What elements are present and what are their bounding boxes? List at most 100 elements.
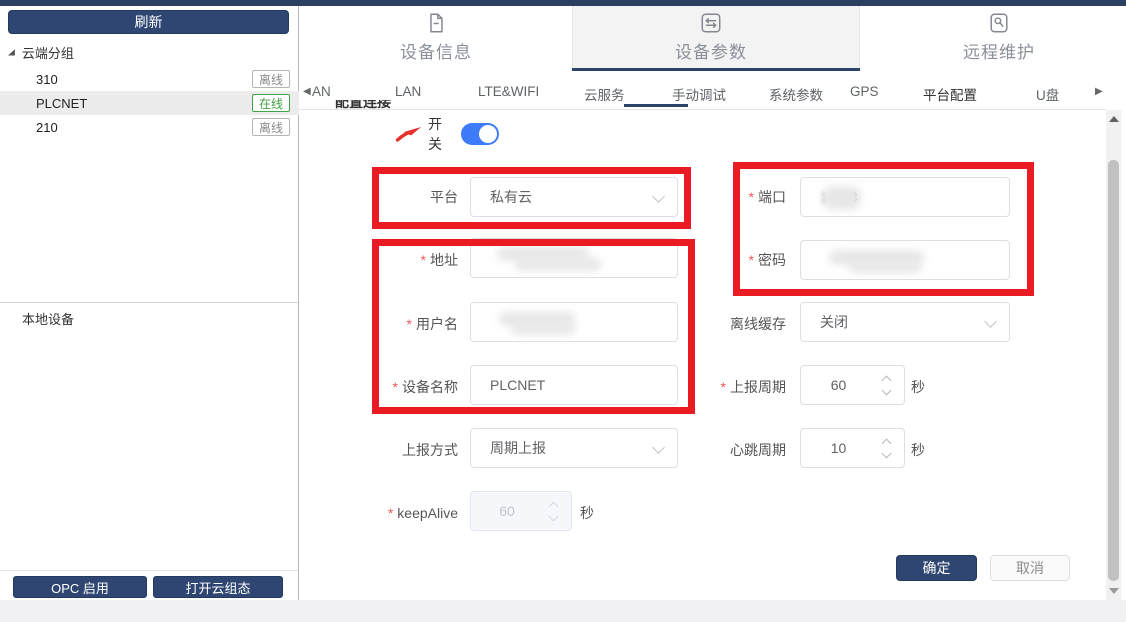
tab-device-params[interactable]: 设备参数: [621, 12, 801, 68]
stepper-up-icon[interactable]: [882, 376, 892, 386]
chevron-down-icon: [652, 441, 665, 454]
sidebar-divider: [0, 302, 298, 303]
stepper-up-icon: [549, 502, 559, 512]
tab-label: 设备参数: [675, 38, 747, 63]
subtab-platform-config[interactable]: 平台配置: [923, 84, 977, 104]
local-devices-label: 本地设备: [22, 309, 74, 328]
tree-node-cloud-group[interactable]: ◢ 云端分组: [8, 43, 74, 61]
subtab-manual-debug[interactable]: 手动调试: [672, 84, 726, 104]
report-period-label: *上报周期: [690, 378, 786, 396]
tab-label: 远程维护: [963, 38, 1035, 63]
report-period-value: 60: [831, 377, 847, 393]
report-period-input[interactable]: 60: [800, 365, 905, 405]
main-panel: 设备信息 设备参数 远程维护 ◀ AN LAN LTE&WIFI 云服务: [299, 6, 1126, 600]
tab-remote-maintenance[interactable]: 远程维护: [909, 12, 1089, 68]
password-input[interactable]: [800, 240, 1010, 280]
platform-select[interactable]: 私有云: [470, 177, 678, 217]
platform-label: 平台: [359, 188, 458, 206]
device-name-input[interactable]: PLCNET: [470, 365, 678, 405]
subtab-gps[interactable]: GPS: [850, 84, 879, 99]
redaction-blur: [511, 323, 575, 335]
toggle-knob: [479, 125, 497, 143]
offline-cache-label: 离线缓存: [690, 315, 786, 333]
chevron-down-icon: [652, 190, 665, 203]
keepalive-unit: 秒: [580, 503, 594, 523]
subtab-wan[interactable]: AN: [312, 84, 331, 99]
platform-select-value: 私有云: [490, 187, 532, 207]
ok-button[interactable]: 确定: [896, 555, 977, 581]
status-badge-offline: 离线: [252, 70, 290, 88]
stepper-down-icon[interactable]: [882, 386, 892, 396]
sidebar-bottom-divider: [0, 570, 298, 571]
device-name: PLCNET: [36, 96, 87, 111]
device-sidebar: 刷新 ◢ 云端分组 310 离线 PLCNET 在线 210 离线 本地设备 O…: [0, 6, 299, 600]
switch-label: 开关: [395, 125, 455, 143]
tab-label: 设备信息: [400, 38, 472, 63]
open-cloud-scada-button[interactable]: 打开云组态: [153, 576, 283, 598]
number-stepper[interactable]: [880, 437, 894, 461]
redaction-blur: [849, 261, 921, 273]
wrench-icon: [988, 12, 1010, 34]
device-name-label: *设备名称: [359, 378, 458, 396]
device-name: 210: [36, 120, 58, 135]
stepper-down-icon[interactable]: [882, 449, 892, 459]
subtab-scroll-right-icon[interactable]: ▶: [1095, 86, 1103, 97]
sliders-icon: [700, 12, 722, 34]
heartbeat-value: 10: [831, 440, 847, 456]
report-period-unit: 秒: [911, 377, 925, 397]
redaction-blur: [515, 258, 601, 271]
selected-tab-underline: [572, 68, 860, 71]
subtab-selected-underline: [624, 104, 688, 107]
keepalive-input: 60: [470, 491, 572, 531]
subtab-system-params[interactable]: 系统参数: [769, 84, 823, 104]
address-label: *地址: [359, 251, 458, 269]
heartbeat-label: 心跳周期: [690, 441, 786, 459]
username-label: *用户名: [359, 315, 458, 333]
keepalive-label: *keepAlive: [359, 504, 458, 522]
tree-expander-icon[interactable]: ◢: [8, 47, 15, 57]
report-mode-select[interactable]: 周期上报: [470, 428, 678, 468]
heartbeat-unit: 秒: [911, 440, 925, 460]
device-row-210[interactable]: 210 离线: [0, 115, 299, 139]
device-row-310[interactable]: 310 离线: [0, 67, 299, 91]
subtab-scroll-left-icon[interactable]: ◀: [303, 86, 311, 97]
stepper-up-icon[interactable]: [882, 439, 892, 449]
redaction-blur: [823, 186, 861, 210]
refresh-button[interactable]: 刷新: [8, 10, 289, 34]
scrollbar-thumb[interactable]: [1108, 160, 1119, 581]
scroll-down-icon[interactable]: [1109, 588, 1119, 594]
platform-enable-toggle[interactable]: [461, 123, 499, 145]
address-input[interactable]: [470, 238, 678, 278]
status-badge-online: 在线: [252, 94, 290, 112]
username-input[interactable]: [470, 302, 678, 342]
report-mode-label: 上报方式: [359, 441, 458, 459]
opc-enable-button[interactable]: OPC 启用: [13, 576, 147, 598]
device-manager-window: 刷新 ◢ 云端分组 310 离线 PLCNET 在线 210 离线 本地设备 O…: [0, 0, 1126, 622]
tree-group-label: 云端分组: [22, 43, 74, 62]
device-name-value: PLCNET: [490, 377, 545, 393]
subtab-usb[interactable]: U盘: [1036, 84, 1059, 104]
tab-device-info[interactable]: 设备信息: [346, 12, 526, 68]
scroll-up-icon[interactable]: [1109, 116, 1119, 122]
port-label: *端口: [690, 188, 786, 206]
device-row-plcnet[interactable]: PLCNET 在线: [0, 91, 299, 115]
subtab-lte-wifi[interactable]: LTE&WIFI: [478, 84, 539, 99]
number-stepper[interactable]: [880, 374, 894, 398]
cancel-button[interactable]: 取消: [990, 555, 1070, 581]
heartbeat-input[interactable]: 10: [800, 428, 905, 468]
clipped-section-title: 配置连接: [335, 100, 425, 110]
port-input[interactable]: 1 3: [800, 177, 1010, 217]
report-mode-value: 周期上报: [490, 438, 546, 458]
subtab-cloud-service[interactable]: 云服务: [584, 84, 625, 104]
password-label: *密码: [690, 251, 786, 269]
offline-cache-value: 关闭: [820, 312, 848, 332]
device-name: 310: [36, 72, 58, 87]
keepalive-value: 60: [499, 503, 515, 519]
number-stepper: [547, 500, 561, 524]
subtab-lan[interactable]: LAN: [395, 84, 421, 99]
window-bottom-bar: [0, 600, 1126, 622]
offline-cache-select[interactable]: 关闭: [800, 302, 1010, 342]
chevron-down-icon: [984, 315, 997, 328]
status-badge-offline: 离线: [252, 118, 290, 136]
vertical-scrollbar[interactable]: [1106, 110, 1121, 600]
